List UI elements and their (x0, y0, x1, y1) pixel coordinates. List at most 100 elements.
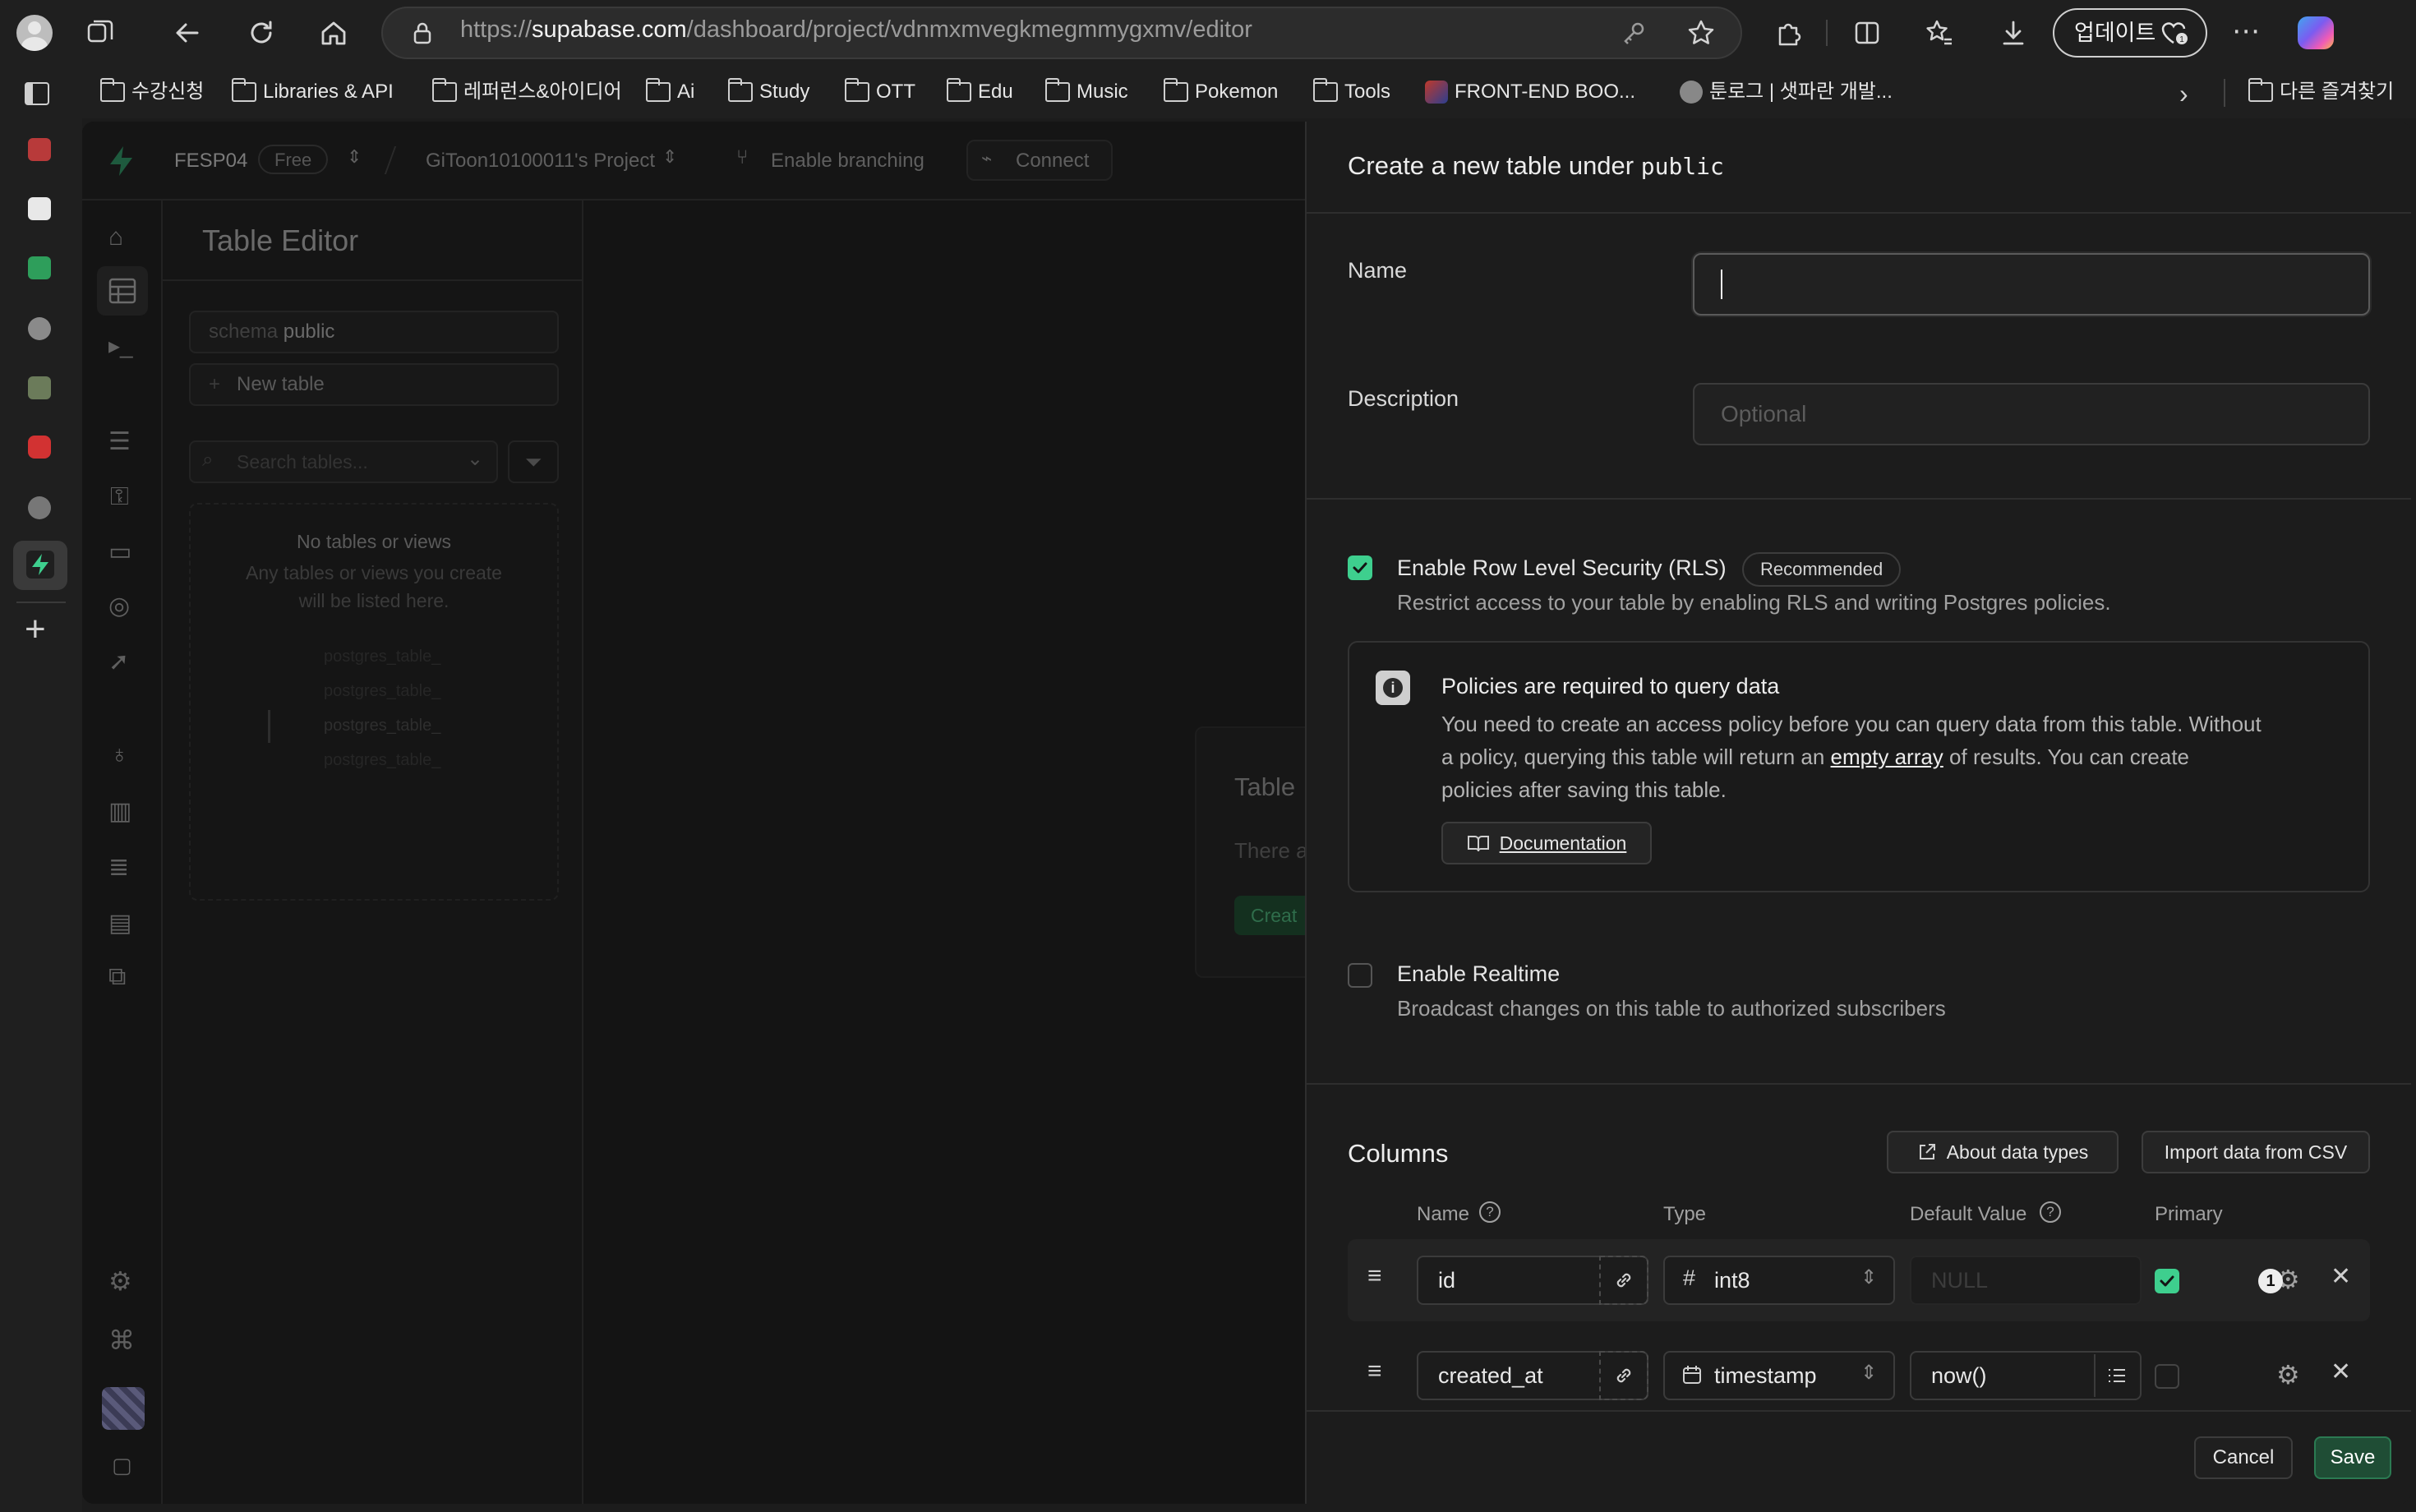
remove-column-icon[interactable]: ✕ (2331, 1358, 2351, 1386)
nav-settings-icon[interactable]: ⚙ (108, 1265, 132, 1297)
bookmark-item[interactable]: Study (728, 76, 809, 108)
bookmark-item[interactable]: 레퍼런스&아이디어 (432, 76, 622, 108)
link-icon (1616, 1368, 1631, 1383)
nav-realtime-icon[interactable]: ➚ (108, 648, 129, 676)
chevron-updown-icon[interactable]: ⇕ (662, 146, 677, 168)
welcome-card-button[interactable]: Creat (1234, 896, 1307, 935)
supabase-logo-icon[interactable] (105, 145, 138, 177)
home-icon[interactable] (319, 18, 348, 48)
profile-avatar[interactable] (16, 15, 53, 51)
check-icon (1353, 562, 1367, 574)
bookmark-item[interactable]: 수강신청 (100, 76, 204, 108)
add-sidebar-icon[interactable]: + (25, 611, 46, 648)
heart-update-icon: 1 (2161, 22, 2188, 44)
schema-selector[interactable]: schema public (189, 311, 559, 353)
favorites-icon[interactable] (1925, 18, 1954, 48)
realtime-checkbox[interactable] (1348, 963, 1372, 988)
documentation-button[interactable]: Documentation (1441, 822, 1652, 864)
rls-label[interactable]: Enable Row Level Security (RLS) (1397, 555, 1727, 581)
key-icon[interactable] (1621, 20, 1647, 46)
nav-advisor-icon[interactable]: ♁ (110, 741, 129, 769)
empty-array-link[interactable]: empty array (1831, 744, 1943, 769)
nav-functions-icon[interactable]: ◎ (108, 592, 130, 620)
about-data-types-button[interactable]: About data types (1887, 1131, 2119, 1173)
url-text[interactable]: https://supabase.com/dashboard/project/v… (460, 16, 1252, 44)
bookmark-item[interactable]: Music (1045, 76, 1128, 108)
drag-handle-icon[interactable]: ≡ (1367, 1262, 1382, 1290)
check-icon (2160, 1275, 2174, 1287)
org-name[interactable]: FESP04 (174, 150, 247, 173)
favorite-star-icon[interactable] (1686, 18, 1716, 48)
nav-logs-icon[interactable]: ≣ (108, 853, 129, 882)
nav-auth-icon[interactable]: ⚿ (110, 483, 129, 511)
bookmark-item[interactable]: Libraries & API (232, 76, 394, 108)
nav-integrations-icon[interactable]: ⧉ (108, 963, 126, 991)
bookmark-item[interactable]: 툰로그 | 샛파란 개발... (1680, 76, 1893, 108)
new-table-button[interactable]: + New table (189, 363, 559, 406)
extensions-icon[interactable] (1773, 18, 1803, 48)
save-button[interactable]: Save (2314, 1436, 2391, 1479)
copilot-icon[interactable] (2298, 16, 2334, 49)
back-icon[interactable] (173, 18, 202, 48)
primary-checkbox[interactable] (2155, 1364, 2179, 1389)
nav-sql-icon[interactable]: ▸_ (108, 332, 133, 359)
project-name[interactable]: GiToon10100011's Project (426, 150, 655, 173)
sidebar-site-icon[interactable] (28, 376, 51, 399)
bookmark-divider (2224, 79, 2225, 107)
chevron-updown-icon: ⇕ (1860, 1362, 1878, 1384)
list-icon (2109, 1369, 2125, 1382)
sidebar-site-icon[interactable] (28, 138, 51, 161)
sidebar-site-icon[interactable] (28, 317, 51, 340)
enable-branching-button[interactable]: Enable branching (771, 150, 924, 173)
sidebar-sheets-icon[interactable] (28, 256, 51, 279)
foreign-key-button[interactable] (1599, 1351, 1648, 1400)
search-tables-input[interactable]: Search tables... (189, 440, 498, 483)
bookmark-item[interactable]: OTT (845, 76, 915, 108)
ghost-row-bar (268, 710, 270, 743)
bookmark-item[interactable]: Ai (646, 76, 694, 108)
more-menu-icon[interactable]: ⋯ (2232, 17, 2260, 45)
cancel-button[interactable]: Cancel (2194, 1436, 2293, 1479)
sidebar-site-icon[interactable] (28, 197, 51, 220)
nav-database-icon[interactable]: ☰ (108, 427, 131, 456)
tabs-icon[interactable] (85, 18, 115, 48)
drag-handle-icon[interactable]: ≡ (1367, 1358, 1382, 1385)
realtime-label[interactable]: Enable Realtime (1397, 961, 1560, 987)
sidebar-site-icon[interactable] (28, 496, 51, 519)
bookmark-item[interactable]: FRONT-END BOO... (1425, 76, 1635, 108)
nav-home-icon[interactable]: ⌂ (108, 224, 123, 251)
nav-docs-icon[interactable]: ▤ (108, 909, 131, 938)
download-icon[interactable] (1999, 18, 2028, 48)
filter-button[interactable]: ⏷ (508, 440, 559, 483)
description-label: Description (1348, 386, 1459, 411)
foreign-key-button[interactable] (1599, 1256, 1648, 1305)
bookmark-item[interactable]: Pokemon (1164, 76, 1278, 108)
create-table-panel: Create a new table under public Name Des… (1305, 122, 2411, 1504)
help-icon[interactable]: ? (1479, 1201, 1501, 1223)
remove-column-icon[interactable]: ✕ (2331, 1262, 2351, 1291)
default-options-button[interactable] (2094, 1354, 2138, 1397)
column-default-input[interactable]: NULL (1910, 1256, 2142, 1305)
chevron-right-icon[interactable]: › (2179, 79, 2188, 109)
branch-icon: ⑂ (736, 146, 749, 168)
reload-icon[interactable] (247, 18, 276, 48)
help-icon[interactable]: ? (2040, 1201, 2061, 1223)
bookmark-bar-icon[interactable] (25, 82, 49, 105)
bookmark-item[interactable]: Tools (1313, 76, 1390, 108)
other-bookmarks[interactable]: 다른 즐겨찾기 (2248, 76, 2394, 108)
user-avatar[interactable] (102, 1387, 145, 1430)
settings-gear-icon[interactable]: ⚙ (2276, 1359, 2300, 1390)
bookmark-item[interactable]: Edu (947, 76, 1013, 108)
nav-command-icon[interactable]: ⌘ (108, 1325, 135, 1356)
folder-icon (947, 78, 971, 102)
lock-icon[interactable] (409, 20, 436, 46)
sort-chevron-icon[interactable]: ⌄ (467, 447, 483, 471)
collapse-icon[interactable]: ▢ (112, 1453, 132, 1478)
chevron-updown-icon[interactable]: ⇕ (347, 146, 362, 168)
nav-storage-icon[interactable]: ▭ (108, 537, 131, 566)
split-screen-icon[interactable] (1852, 18, 1882, 48)
import-csv-button[interactable]: Import data from CSV (2142, 1131, 2370, 1173)
nav-reports-icon[interactable]: ▥ (108, 797, 131, 826)
sidebar-youtube-icon[interactable] (28, 436, 51, 459)
name-input[interactable] (1693, 253, 2370, 316)
